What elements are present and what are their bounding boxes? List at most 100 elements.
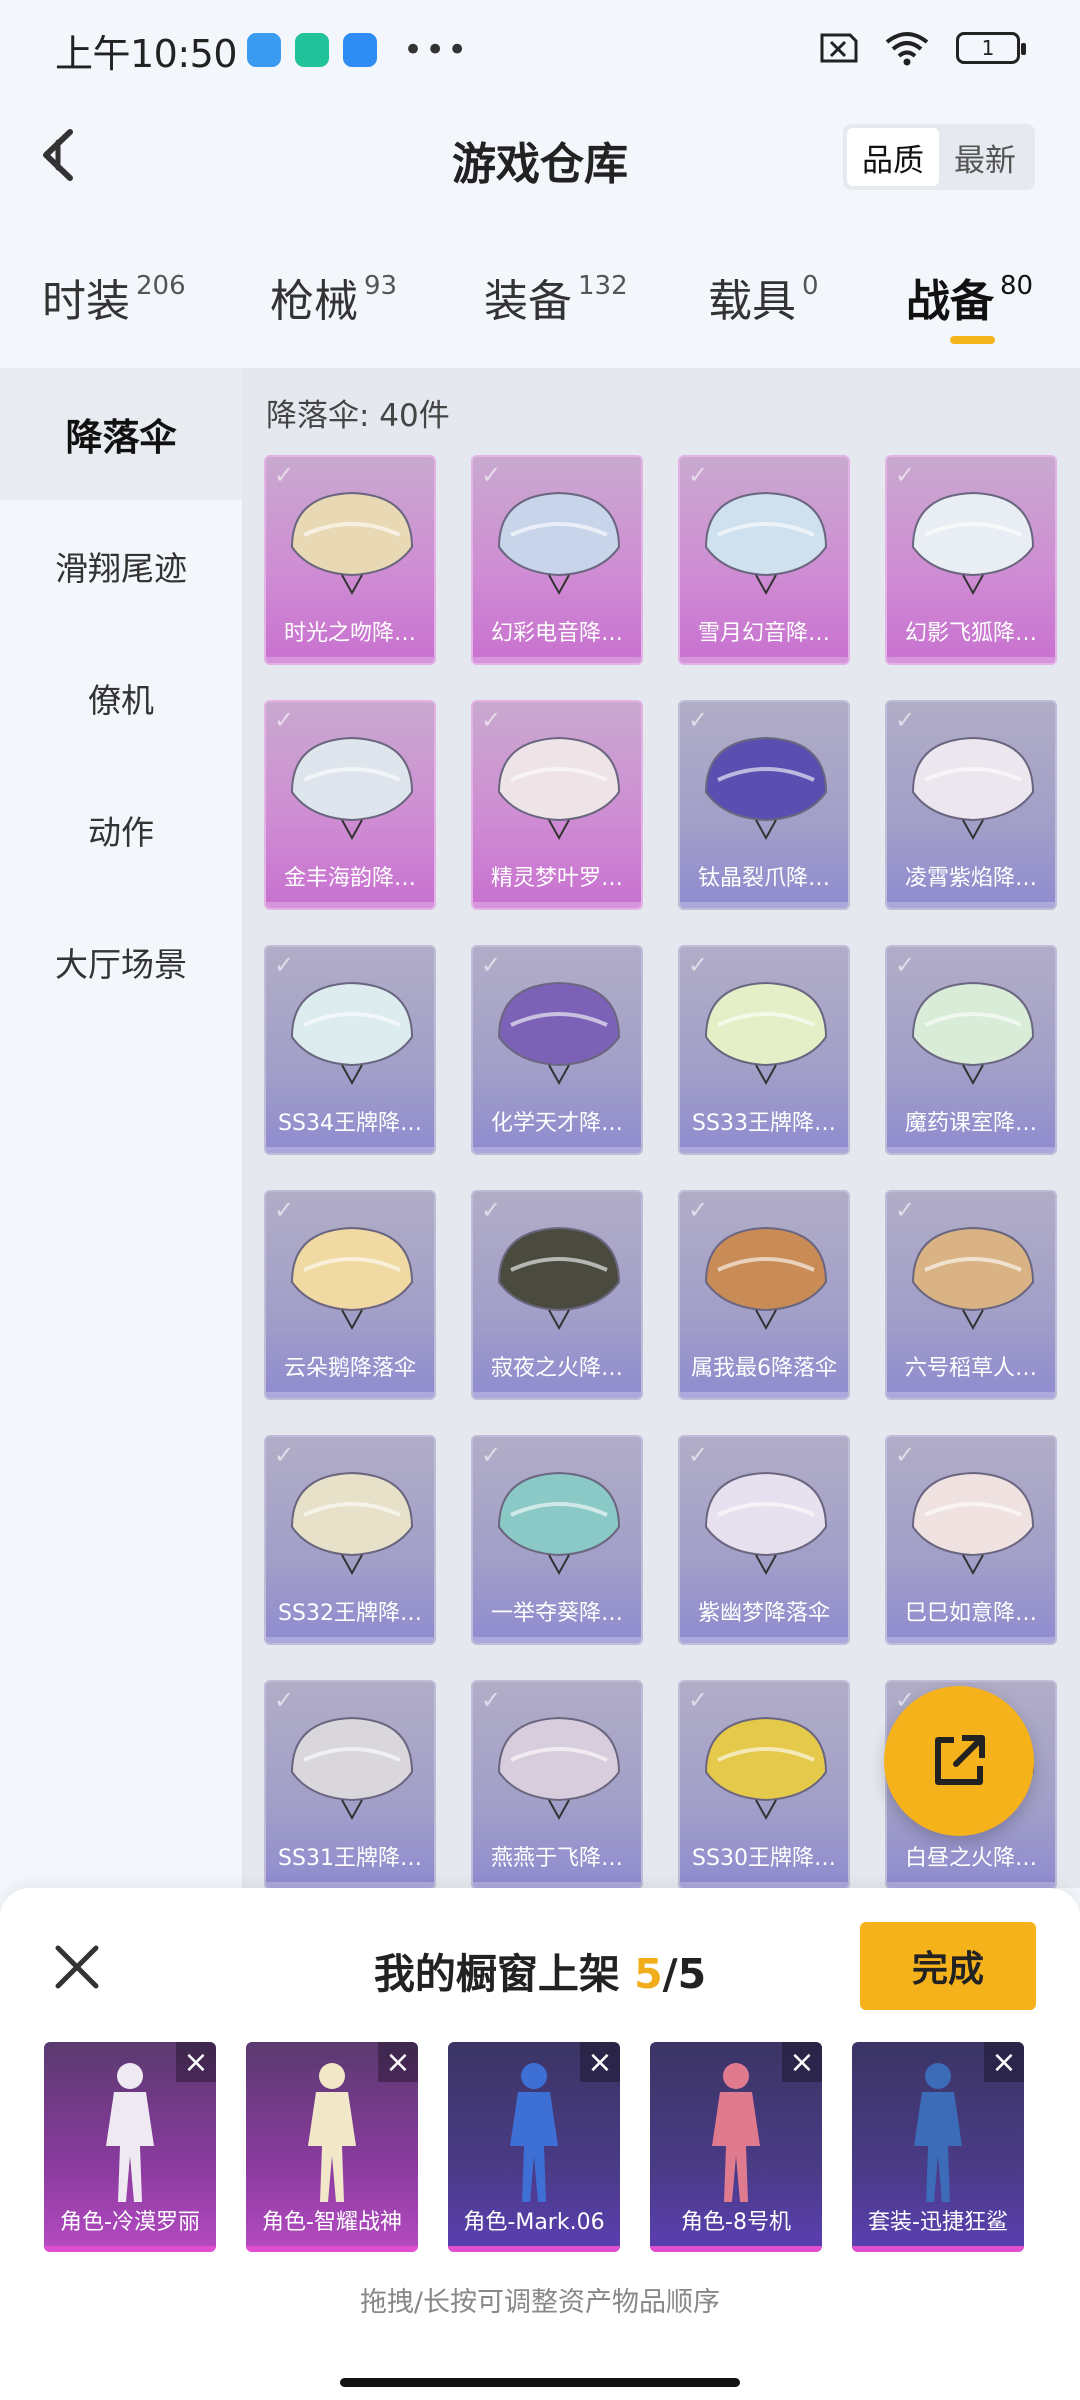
- parachute-icon: [704, 1226, 828, 1331]
- tab-count: 0: [802, 271, 819, 301]
- tab-count: 206: [136, 271, 186, 301]
- showcase-current-count: 5: [634, 1950, 663, 1998]
- item-name: 魔药课室降…: [904, 1111, 1037, 1136]
- item-card[interactable]: ✓ 六号稻草人…: [885, 1190, 1057, 1400]
- parachute-icon: [911, 1226, 1035, 1331]
- item-name: 寂夜之火降…: [490, 1356, 623, 1381]
- item-name: SS33王牌降…: [692, 1111, 836, 1136]
- parachute-icon: [497, 981, 621, 1086]
- parachute-icon: [911, 981, 1035, 1086]
- sidebar-item-lobby-scene[interactable]: 大厅场景: [0, 896, 242, 1028]
- showcase-item[interactable]: × 角色-8号机: [650, 2042, 822, 2252]
- showcase-item[interactable]: × 角色-冷漠罗丽: [44, 2042, 216, 2252]
- sidebar-item-emote[interactable]: 动作: [0, 764, 242, 896]
- battery-level: 1: [981, 36, 995, 60]
- remove-item-icon[interactable]: ×: [580, 2042, 620, 2082]
- share-external-icon: [935, 1735, 985, 1785]
- item-card[interactable]: ✓ SS34王牌降…: [264, 945, 436, 1155]
- tab-label: 战备: [906, 276, 994, 327]
- item-card[interactable]: ✓ SS31王牌降…: [264, 1680, 436, 1890]
- showcase-item[interactable]: × 角色-智耀战神: [246, 2042, 418, 2252]
- item-name: 金丰海韵降…: [283, 866, 416, 891]
- remove-item-icon[interactable]: ×: [378, 2042, 418, 2082]
- reorder-hint: 拖拽/长按可调整资产物品顺序: [359, 2287, 721, 2318]
- tab-label: 装备: [484, 276, 572, 327]
- tab-count: 80: [1000, 271, 1034, 301]
- showcase-item[interactable]: × 角色-Mark.06: [448, 2042, 620, 2252]
- showcase-item[interactable]: × 套装-迅捷狂鲨: [852, 2042, 1024, 2252]
- sort-by-quality[interactable]: 品质: [847, 128, 939, 186]
- tab-label: 枪械: [270, 276, 358, 327]
- parachute-icon: [704, 491, 828, 596]
- tab-count: 93: [364, 271, 398, 301]
- item-name: 幻彩电音降…: [490, 621, 623, 646]
- section-title: 降落伞: 40件: [266, 398, 450, 434]
- item-card[interactable]: ✓ 化学天才降…: [471, 945, 643, 1155]
- item-name: 时光之吻降…: [283, 621, 416, 646]
- character-figure-icon: [106, 2063, 154, 2202]
- sidebar-item-glide-trail[interactable]: 滑翔尾迹: [0, 500, 242, 632]
- item-card[interactable]: ✓ 雪月幻音降…: [678, 455, 850, 665]
- tab-equipment[interactable]: 装备 132: [484, 265, 628, 329]
- item-card[interactable]: ✓ 寂夜之火降…: [471, 1190, 643, 1400]
- character-figure-icon: [510, 2063, 558, 2202]
- item-card[interactable]: ✓ 时光之吻降…: [264, 455, 436, 665]
- status-indicators: 1: [814, 30, 1026, 66]
- tab-vehicles[interactable]: 载具 0: [708, 265, 819, 329]
- item-name: 钛晶裂爪降…: [697, 866, 830, 891]
- item-card[interactable]: ✓ 属我最6降落伞: [678, 1190, 850, 1400]
- shield-app-icon: [295, 33, 330, 67]
- parachute-icon: [290, 1471, 414, 1576]
- item-name: 属我最6降落伞: [691, 1356, 837, 1381]
- item-card[interactable]: ✓ 紫幽梦降落伞: [678, 1435, 850, 1645]
- sidebar-item-parachute[interactable]: 降落伞: [0, 368, 242, 500]
- tab-combat-gear[interactable]: 战备 80: [906, 265, 1033, 329]
- parachute-icon: [704, 1471, 828, 1576]
- item-name: 化学天才降…: [490, 1111, 623, 1136]
- parachute-icon: [704, 736, 828, 841]
- item-card[interactable]: ✓ 幻影飞狐降…: [885, 455, 1057, 665]
- showcase-title-text: 我的橱窗上架: [373, 1950, 620, 1998]
- item-card[interactable]: ✓ 云朵鹅降落伞: [264, 1190, 436, 1400]
- remove-item-icon[interactable]: ×: [984, 2042, 1024, 2082]
- remove-item-icon[interactable]: ×: [782, 2042, 822, 2082]
- item-name: 巳巳如意降…: [904, 1601, 1037, 1626]
- tab-fashion[interactable]: 时装 206: [42, 265, 186, 329]
- item-card[interactable]: ✓ 凌霄紫焰降…: [885, 700, 1057, 910]
- item-card[interactable]: ✓ 钛晶裂爪降…: [678, 700, 850, 910]
- sim-disabled-icon: [820, 33, 858, 63]
- more-notifications-icon: •••: [403, 30, 470, 70]
- item-card[interactable]: ✓ SS33王牌降…: [678, 945, 850, 1155]
- item-card[interactable]: ✓ 燕燕于飞降…: [471, 1680, 643, 1890]
- character-figure-icon: [308, 2063, 356, 2202]
- wifi-icon: [885, 32, 929, 66]
- character-figure-icon: [712, 2063, 760, 2202]
- item-card[interactable]: ✓ 幻彩电音降…: [471, 455, 643, 665]
- done-button[interactable]: 完成: [860, 1922, 1036, 2010]
- item-name: SS30王牌降…: [692, 1846, 836, 1871]
- sort-by-newest[interactable]: 最新: [939, 128, 1031, 186]
- item-name: 白昼之火降…: [904, 1846, 1037, 1871]
- showcase-max-count: 5: [677, 1950, 707, 1998]
- item-card[interactable]: ✓ SS32王牌降…: [264, 1435, 436, 1645]
- chat-app-icon: [343, 33, 378, 67]
- item-card[interactable]: ✓ 精灵梦叶罗…: [471, 700, 643, 910]
- item-card[interactable]: ✓ 魔药课室降…: [885, 945, 1057, 1155]
- battery-icon: 1: [956, 32, 1026, 64]
- item-card[interactable]: ✓ 一举夺葵降…: [471, 1435, 643, 1645]
- item-card[interactable]: ✓ 金丰海韵降…: [264, 700, 436, 910]
- parachute-icon: [497, 1471, 621, 1576]
- category-tabs: 时装 206 枪械 93 装备 132 载具 0 战备 80: [0, 245, 1080, 345]
- item-name: 云朵鹅降落伞: [283, 1356, 416, 1381]
- parachute-icon: [290, 736, 414, 841]
- home-indicator[interactable]: [340, 2378, 740, 2387]
- item-card[interactable]: ✓ SS30王牌降…: [678, 1680, 850, 1890]
- tab-guns[interactable]: 枪械 93: [270, 265, 397, 329]
- sidebar-item-wingman[interactable]: 僚机: [0, 632, 242, 764]
- item-card[interactable]: ✓ 巳巳如意降…: [885, 1435, 1057, 1645]
- showcase-item-name: 角色-Mark.06: [463, 2210, 605, 2235]
- showcase-item-name: 角色-冷漠罗丽: [60, 2210, 200, 2235]
- sidebar: 降落伞 滑翔尾迹 僚机 动作 大厅场景: [0, 368, 242, 1888]
- share-button[interactable]: [884, 1686, 1034, 1836]
- remove-item-icon[interactable]: ×: [176, 2042, 216, 2082]
